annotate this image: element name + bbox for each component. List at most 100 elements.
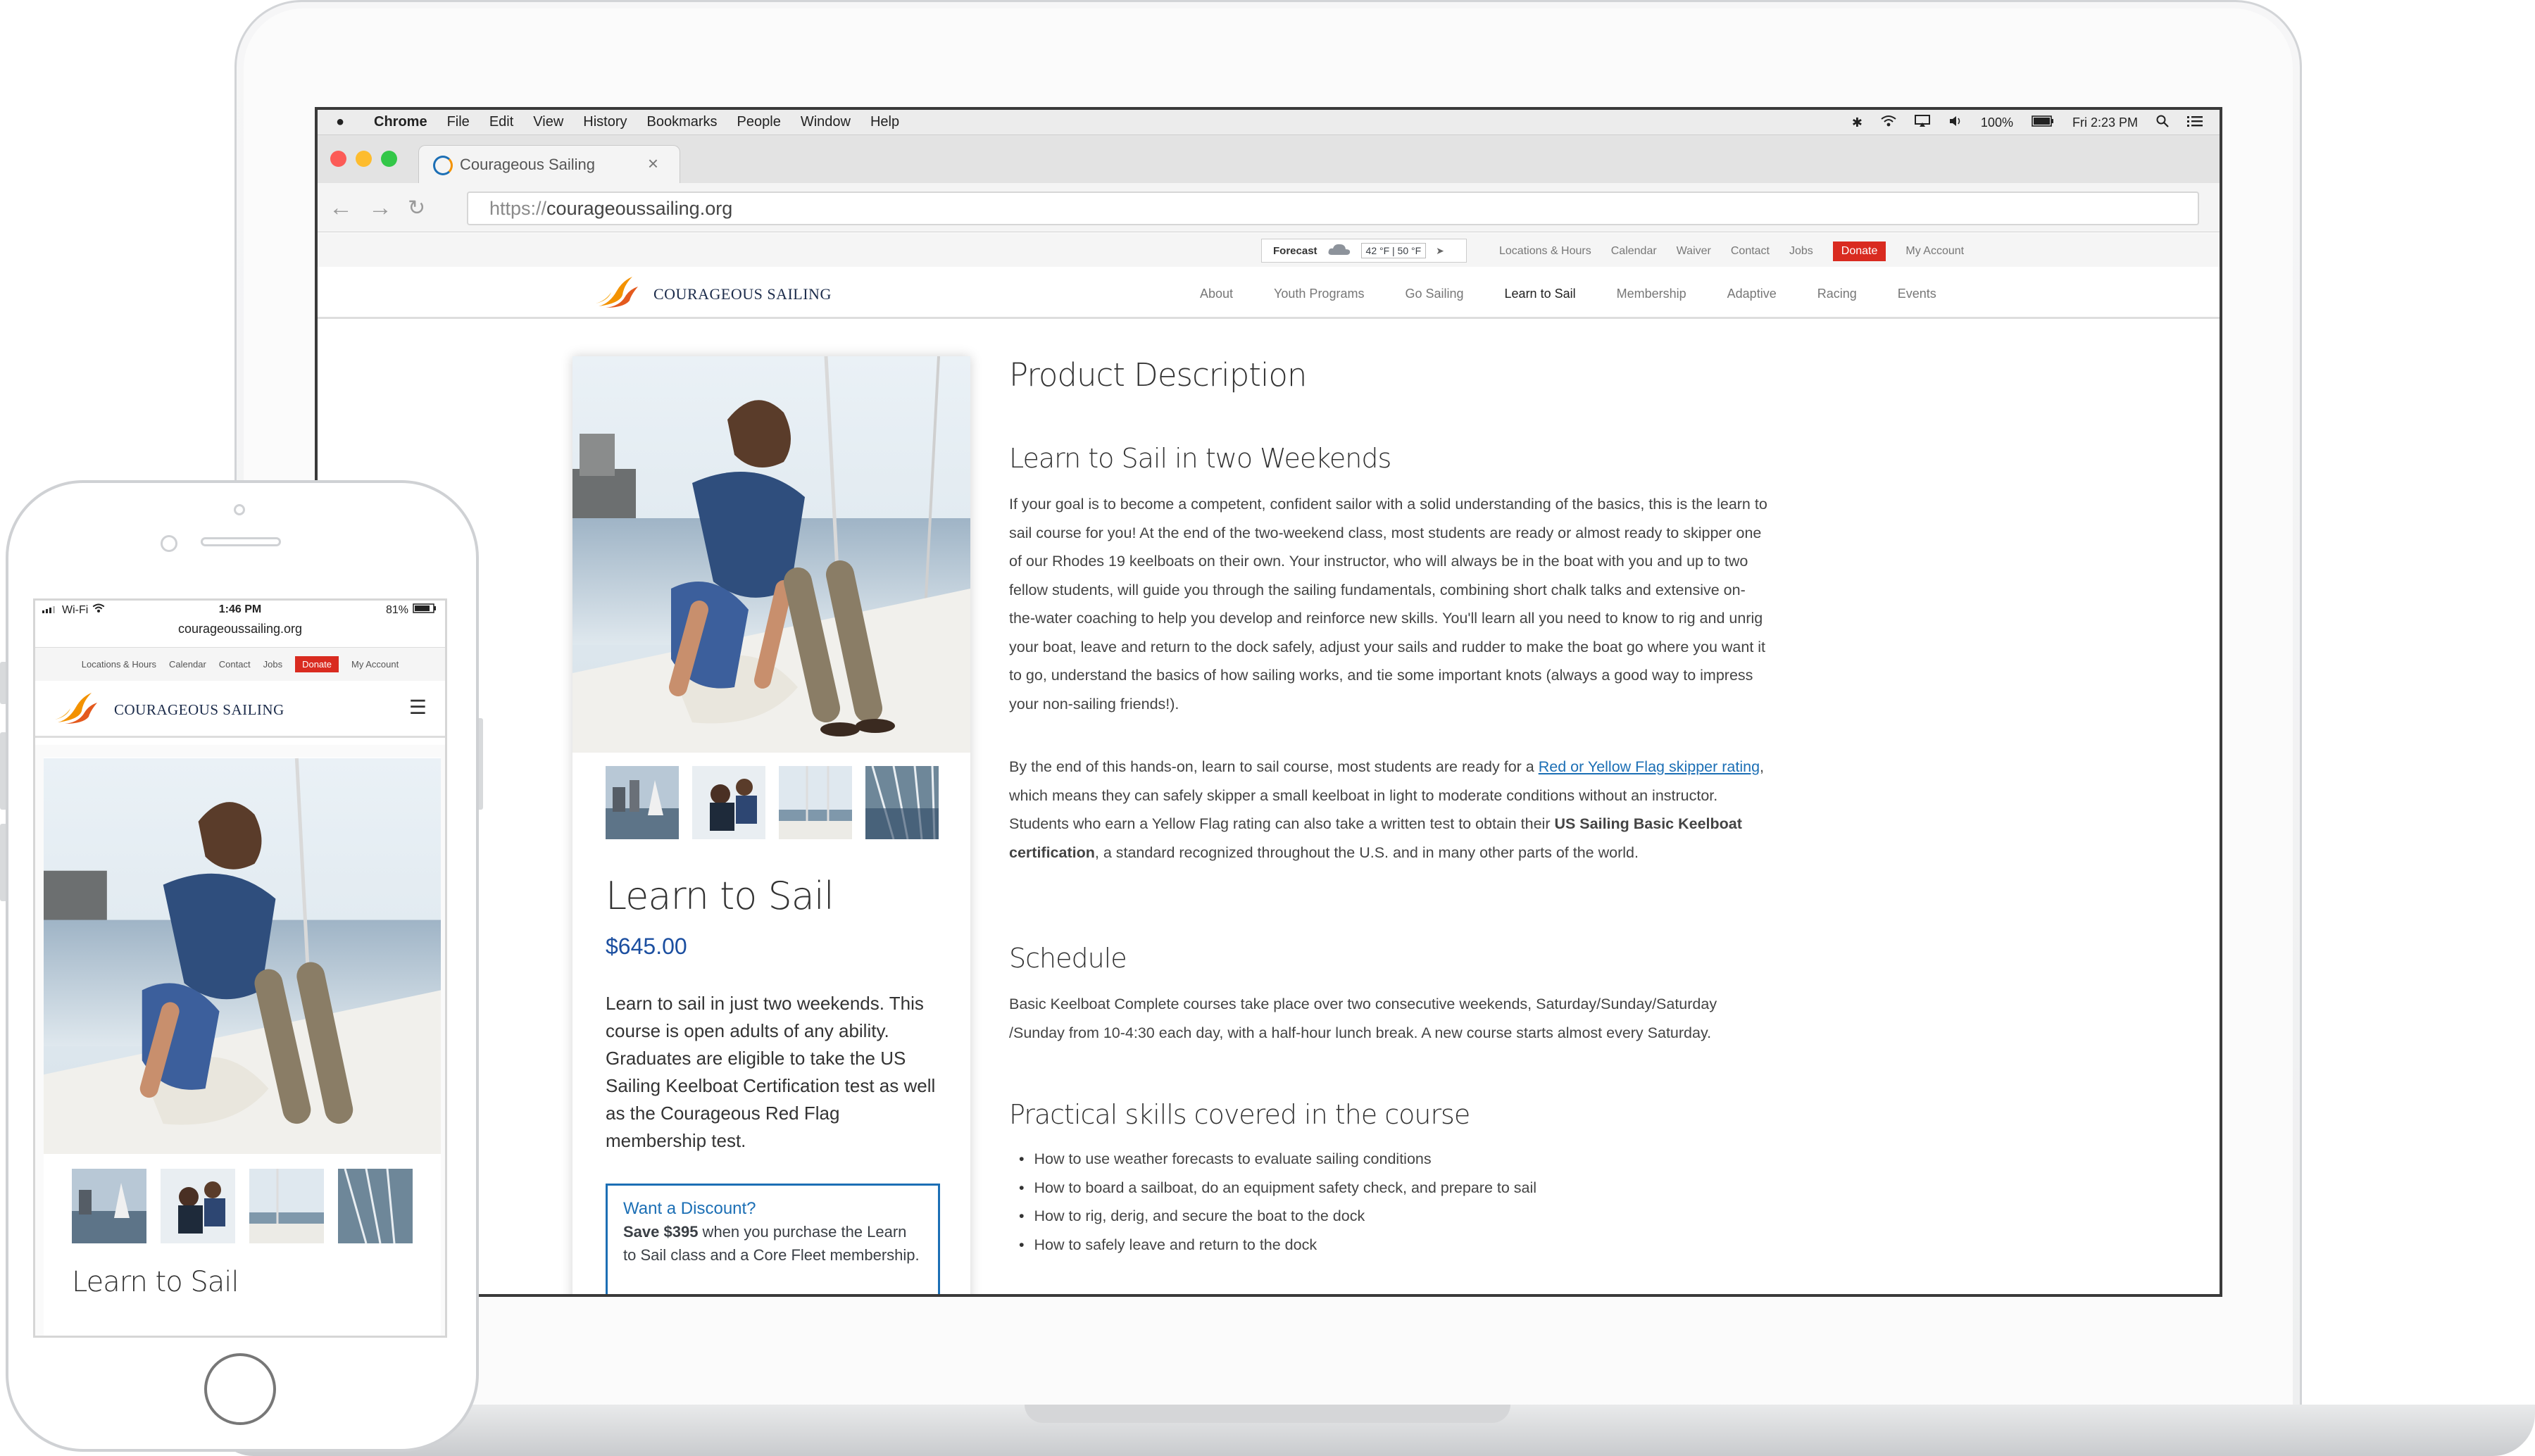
thumbnail-1[interactable] bbox=[606, 766, 679, 839]
phone-front-camera bbox=[161, 535, 177, 552]
nav-go-sailing[interactable]: Go Sailing bbox=[1405, 287, 1463, 301]
phone-thumbnail-3[interactable] bbox=[249, 1169, 324, 1243]
phone-donate-button[interactable]: Donate bbox=[295, 656, 339, 672]
volume-icon[interactable] bbox=[1948, 115, 1963, 131]
menu-people[interactable]: People bbox=[737, 114, 781, 130]
list-item: How to use weather forecasts to evaluate… bbox=[1009, 1145, 1536, 1174]
mac-menubar: ● Chrome File Edit View History Bookmark… bbox=[318, 110, 2220, 135]
browser-tab[interactable]: Courageous Sailing × bbox=[418, 145, 680, 183]
forecast-temps: 42 °F | 50 °F bbox=[1360, 243, 1427, 258]
nav-adaptive[interactable]: Adaptive bbox=[1727, 287, 1777, 301]
forecast-widget[interactable]: Forecast 42 °F | 50 °F ➤ bbox=[1261, 239, 1467, 263]
primary-nav: About Youth Programs Go Sailing Learn to… bbox=[1200, 287, 1936, 301]
airplay-icon[interactable] bbox=[1914, 114, 1930, 131]
phone-nav: COURAGEOUS SAILING ☰ bbox=[35, 682, 445, 738]
phone-battery-icon bbox=[413, 603, 437, 617]
product-description: Learn to sail in just two weekends. This… bbox=[606, 993, 936, 1151]
site-logo[interactable]: COURAGEOUS SAILING bbox=[596, 275, 832, 313]
back-arrow-icon[interactable]: ← bbox=[329, 194, 353, 222]
reload-icon[interactable]: ↻ bbox=[408, 196, 425, 220]
phone-logo-icon[interactable] bbox=[55, 691, 104, 729]
link-waiver[interactable]: Waiver bbox=[1677, 245, 1711, 258]
nav-learn-to-sail[interactable]: Learn to Sail bbox=[1505, 287, 1576, 301]
thumbnail-4[interactable] bbox=[865, 766, 939, 839]
discount-amount: Save $395 bbox=[623, 1223, 699, 1241]
battery-percent: 100% bbox=[1980, 115, 2013, 130]
forward-arrow-icon[interactable]: → bbox=[368, 194, 392, 222]
battery-icon[interactable] bbox=[2032, 115, 2054, 130]
bluetooth-icon[interactable]: ✱ bbox=[1852, 115, 1863, 130]
phone-url[interactable]: courageoussailing.org bbox=[35, 622, 445, 636]
schedule-text: Basic Keelboat Complete courses take pla… bbox=[1009, 996, 1717, 1041]
address-bar[interactable]: https://courageoussailing.org bbox=[467, 192, 2199, 225]
wifi-icon[interactable] bbox=[1881, 115, 1896, 131]
phone-link-calendar[interactable]: Calendar bbox=[169, 659, 206, 670]
phone-battery-percent: 81% bbox=[385, 603, 408, 616]
phone-link-jobs[interactable]: Jobs bbox=[263, 659, 282, 670]
wind-icon: ➤ bbox=[1436, 244, 1444, 256]
sail-flame-logo-icon bbox=[596, 275, 645, 313]
menu-history[interactable]: History bbox=[583, 114, 627, 130]
discount-box[interactable]: Want a Discount? Save $395 when you purc… bbox=[606, 1184, 940, 1294]
link-locations-hours[interactable]: Locations & Hours bbox=[1499, 245, 1591, 258]
menubar-clock[interactable]: Fri 2:23 PM bbox=[2072, 115, 2138, 130]
phone-speaker bbox=[201, 537, 281, 546]
list-item: How to safely leave and return to the do… bbox=[1009, 1231, 1536, 1260]
menu-app-name[interactable]: Chrome bbox=[374, 114, 427, 130]
phone-screen: Wi-Fi 1:46 PM 81% courageoussailing.org … bbox=[33, 598, 447, 1338]
menu-help[interactable]: Help bbox=[870, 114, 899, 130]
menu-view[interactable]: View bbox=[533, 114, 563, 130]
phone-link-my-account[interactable]: My Account bbox=[351, 659, 399, 670]
nav-youth-programs[interactable]: Youth Programs bbox=[1274, 287, 1364, 301]
skipper-rating-link[interactable]: Red or Yellow Flag skipper rating bbox=[1539, 758, 1760, 775]
phone-link-contact[interactable]: Contact bbox=[219, 659, 251, 670]
menu-bookmarks[interactable]: Bookmarks bbox=[647, 114, 718, 130]
para2-text-c: , a standard recognized throughout the U… bbox=[1094, 843, 1639, 861]
para2-text-a: By the end of this hands-on, learn to sa… bbox=[1009, 758, 1539, 775]
product-card: Learn to Sail $645.00 Learn to sail in j… bbox=[572, 356, 970, 1294]
schedule-title: Schedule bbox=[1009, 943, 1127, 974]
donate-button[interactable]: Donate bbox=[1832, 241, 1886, 261]
nav-racing[interactable]: Racing bbox=[1817, 287, 1857, 301]
product-hero-photo[interactable] bbox=[572, 356, 970, 753]
hamburger-menu-icon[interactable]: ☰ bbox=[409, 696, 427, 719]
link-jobs[interactable]: Jobs bbox=[1789, 245, 1813, 258]
window-zoom-button[interactable] bbox=[381, 151, 397, 167]
phone-product-card: Learn to Sail bbox=[44, 758, 441, 1336]
nav-membership[interactable]: Membership bbox=[1617, 287, 1686, 301]
link-calendar[interactable]: Calendar bbox=[1611, 245, 1657, 258]
site-utility-bar: Forecast 42 °F | 50 °F ➤ Locations & Hou… bbox=[318, 233, 2220, 267]
menu-edit[interactable]: Edit bbox=[489, 114, 513, 130]
discount-title: Want a Discount? bbox=[623, 1199, 756, 1218]
thumbnail-2[interactable] bbox=[692, 766, 765, 839]
url-host: courageoussailing.org bbox=[546, 197, 733, 219]
phone-home-button[interactable] bbox=[204, 1353, 276, 1425]
phone-sensor bbox=[234, 504, 245, 515]
menu-file[interactable]: File bbox=[447, 114, 470, 130]
window-minimize-button[interactable] bbox=[356, 151, 372, 167]
thumbnail-3[interactable] bbox=[779, 766, 852, 839]
spotlight-search-icon[interactable] bbox=[2156, 115, 2169, 131]
window-close-button[interactable] bbox=[330, 151, 346, 167]
cloud-icon bbox=[1327, 242, 1351, 259]
link-contact[interactable]: Contact bbox=[1731, 245, 1770, 258]
logo-text: COURAGEOUS SAILING bbox=[653, 284, 832, 303]
notification-center-icon[interactable] bbox=[2187, 115, 2203, 130]
menu-window[interactable]: Window bbox=[801, 114, 851, 130]
phone-thumbnail-2[interactable] bbox=[161, 1169, 235, 1243]
nav-about[interactable]: About bbox=[1200, 287, 1233, 301]
phone-hero-photo[interactable] bbox=[44, 758, 441, 1155]
tab-title: Courageous Sailing bbox=[460, 155, 596, 173]
utility-links: Locations & Hours Calendar Waiver Contac… bbox=[1499, 241, 1964, 261]
link-my-account[interactable]: My Account bbox=[1905, 245, 1964, 258]
phone-thumbnail-1[interactable] bbox=[72, 1169, 146, 1243]
forecast-label: Forecast bbox=[1273, 244, 1317, 257]
nav-events[interactable]: Events bbox=[1898, 287, 1936, 301]
apple-icon[interactable]: ● bbox=[326, 114, 354, 130]
skills-title: Practical skills covered in the course bbox=[1009, 1099, 1470, 1130]
product-details: Product Description Learn to Sail in two… bbox=[1009, 356, 1770, 1253]
phone-link-locations-hours[interactable]: Locations & Hours bbox=[82, 659, 156, 670]
tab-close-icon[interactable]: × bbox=[648, 153, 658, 175]
phone-product-title: Learn to Sail bbox=[72, 1266, 239, 1298]
phone-thumbnail-4[interactable] bbox=[338, 1168, 413, 1244]
